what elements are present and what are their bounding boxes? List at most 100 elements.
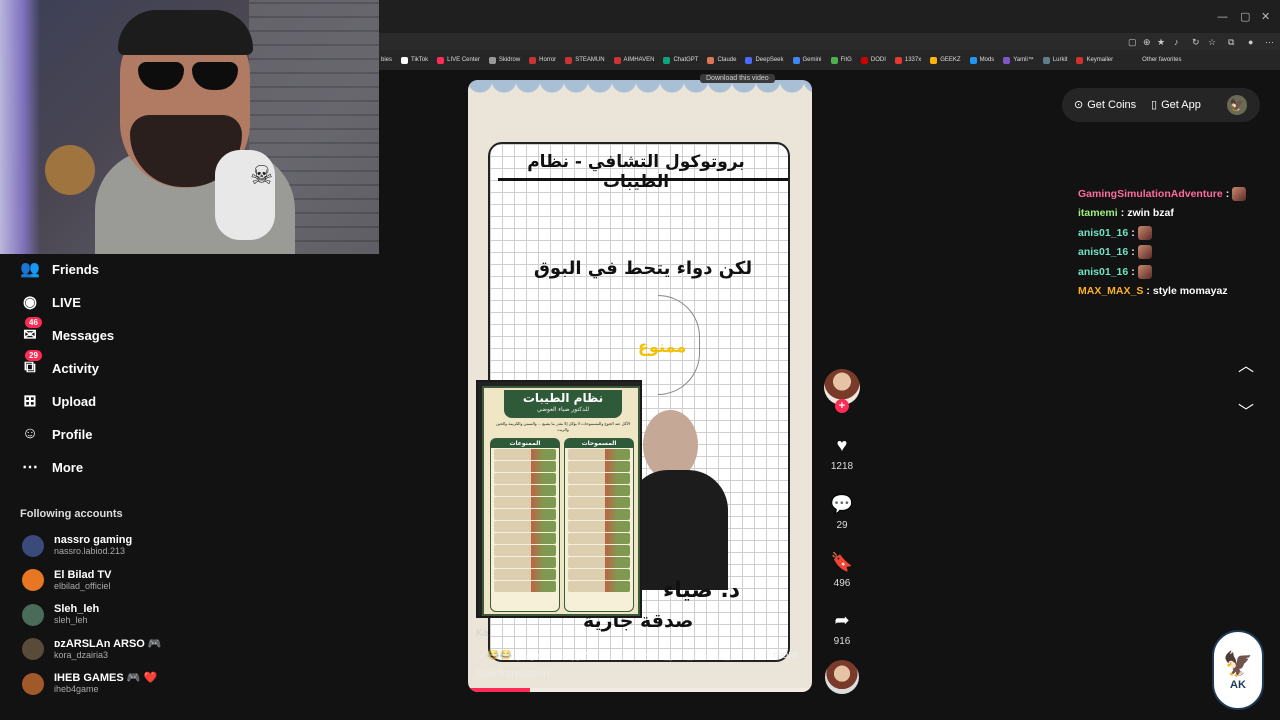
forbidden-column: الممنوعات <box>490 438 560 612</box>
menu-icon[interactable]: ⋯ <box>1265 37 1274 48</box>
heart-icon: ♥ <box>836 435 848 455</box>
bookmark-item[interactable]: Horror <box>529 56 556 64</box>
bookmark-favicon-icon <box>860 56 868 64</box>
bookmark-label: AIMHAVEN <box>623 57 655 63</box>
avatar <box>22 638 44 660</box>
messages-icon: ✉ 46 <box>20 317 42 345</box>
following-account[interactable]: Sleh_leh sleh_leh <box>22 603 99 626</box>
bookmark-item[interactable]: GEEKZ <box>930 56 961 64</box>
chat-emote-icon <box>1137 245 1152 260</box>
bookmark-label: DeepSeek <box>755 57 784 63</box>
share-count: 916 <box>833 636 851 647</box>
doctor-name-text: د. ضياء <box>663 578 741 603</box>
music-disc[interactable] <box>825 660 859 694</box>
like-button[interactable]: ♥ 1218 <box>820 434 864 472</box>
following-account[interactable]: El Bilad TV elbilad_officiel <box>22 569 111 592</box>
logo-text: AK <box>1230 678 1246 691</box>
bookmark-item[interactable]: Skidrow <box>488 56 520 64</box>
close-window-button[interactable]: ✕ <box>1261 10 1270 23</box>
maximize-button[interactable]: ▢ <box>1240 10 1250 23</box>
follow-plus-button[interactable]: + <box>835 399 849 413</box>
see-translation-button[interactable]: See translation <box>476 668 549 680</box>
bookmark-item[interactable]: FitG <box>830 56 852 64</box>
favorites-icon[interactable]: ☆ <box>1208 37 1216 48</box>
bookmark-favicon-icon <box>401 56 409 64</box>
bookmark-label: 1337x <box>904 57 922 63</box>
chat-separator: : <box>1131 226 1135 239</box>
refresh-icon[interactable]: ↻ <box>1192 37 1200 48</box>
following-account[interactable]: IHEB GAMES 🎮 ❤️ iheb4game <box>22 672 157 695</box>
avatar <box>22 569 44 591</box>
bookmark-item[interactable]: Lurkit <box>1042 56 1068 64</box>
sidebar-item-live[interactable]: ◉ LIVE <box>20 292 81 312</box>
notification-badge: 29 <box>25 350 42 361</box>
chat-text: zwin bzaf <box>1127 207 1174 220</box>
get-coins-button[interactable]: ⊙ Get Coins <box>1074 98 1136 112</box>
bookmark-item[interactable]: TikTok <box>401 56 428 64</box>
bookmark-favicon-icon <box>707 56 715 64</box>
download-tooltip[interactable]: Download this video <box>700 74 775 83</box>
comment-button[interactable]: 💬 29 <box>820 493 864 531</box>
minimize-button[interactable]: — <box>1217 10 1228 23</box>
bookmark-item[interactable]: DeepSeek <box>745 56 784 64</box>
allowed-column: المسموحات <box>564 438 634 612</box>
sidebar-item-profile[interactable]: ☺ Profile <box>20 424 93 444</box>
caption-more-button[interactable]: more <box>773 649 798 661</box>
chat-message: anis01_16: <box>1078 223 1246 243</box>
bookmark-label: STEAMUN <box>575 57 605 63</box>
share-button[interactable]: ➦ 916 <box>820 609 864 647</box>
bookmark-item[interactable]: DODI <box>860 56 886 64</box>
chat-emote-icon <box>1137 264 1152 279</box>
chat-username: anis01_16 <box>1078 265 1129 278</box>
read-aloud-icon[interactable]: ♪ <box>1174 37 1179 47</box>
other-favorites[interactable]: Other favorites <box>1142 57 1181 63</box>
sidebar-item-activity[interactable]: ⧉ 29 Activity <box>20 350 99 378</box>
sidebar-item-upload[interactable]: ⊞ Upload <box>20 391 96 411</box>
get-app-button[interactable]: ▯ Get App <box>1151 98 1201 112</box>
chat-emote-icon <box>1232 186 1247 201</box>
bookmark-item[interactable]: bies <box>381 57 392 63</box>
sidebar-item-friends[interactable]: 👥 Friends <box>20 259 99 279</box>
bookmark-item[interactable]: LIVE Center <box>437 56 480 64</box>
video-caption: ... 😂😂 شعب_الطيبات_مالو_حل / #الطيبات لل… <box>476 650 736 661</box>
app-icon[interactable]: ▢ <box>1128 37 1137 48</box>
sidebar-item-more[interactable]: ⋯ More <box>20 457 83 477</box>
following-account[interactable]: nassro gaming nassro.labiod.213 <box>22 534 132 557</box>
bookmark-favicon-icon <box>1076 56 1084 64</box>
sidebar-item-label: Upload <box>52 393 97 409</box>
profile-icon[interactable]: ● <box>1248 37 1253 47</box>
video-progress-bar[interactable] <box>468 688 812 692</box>
chat-separator: : <box>1131 265 1135 278</box>
bookmark-label: Lurkit <box>1052 57 1068 63</box>
bookmarks-bar: bies TikTok LIVE Center Skidrow Horror STEAMU… <box>379 50 1280 70</box>
bookmark-item[interactable]: ChatGPT <box>663 56 698 64</box>
save-button[interactable]: 🔖 496 <box>820 551 864 589</box>
webcam-overlay: ☠ <box>0 0 379 254</box>
user-avatar[interactable]: 🦅 <box>1227 95 1247 115</box>
avatar <box>22 603 44 626</box>
star-icon[interactable]: ★ <box>1157 37 1165 48</box>
next-video-chevron-down-icon[interactable]: ﹀ <box>1238 398 1254 422</box>
bookmark-item[interactable]: Yamli™ <box>1003 56 1034 64</box>
bookmark-item[interactable]: Keymailer <box>1076 56 1113 64</box>
avatar <box>22 534 44 557</box>
diet-poster: نظام الطيبات للدكتور ضياء العوضي الأكل ع… <box>476 380 642 618</box>
bookmark-item[interactable]: Gemini <box>792 56 822 64</box>
video-player[interactable]: بروتوكول التشافي - نظام الطيبات لكن دواء… <box>468 80 812 692</box>
bookmark-item[interactable]: 1337x <box>894 56 922 64</box>
collections-icon[interactable]: ⧉ <box>1228 37 1234 48</box>
sidebar-item-messages[interactable]: ✉ 46 Messages <box>20 317 114 345</box>
zoom-icon[interactable]: ⊕ <box>1143 37 1151 48</box>
previous-video-chevron-up-icon[interactable]: ︿ <box>1238 352 1254 376</box>
following-account[interactable]: ᴅᴢARSLAn ARSO 🎮 kora_dzairia3 <box>22 638 162 661</box>
forbidden-header: الممنوعات <box>491 439 559 448</box>
bookmark-label: GEEKZ <box>940 57 961 63</box>
bookmark-favicon-icon <box>745 56 753 64</box>
bookmark-item[interactable]: Mods <box>969 56 994 64</box>
bookmark-item[interactable]: AIMHAVEN <box>613 56 655 64</box>
bookmark-item[interactable]: Claude <box>707 56 736 64</box>
video-author[interactable]: Ka <box>476 628 488 639</box>
bookmark-item[interactable]: STEAMUN <box>565 56 605 64</box>
sidebar-item-label: Friends <box>52 261 99 277</box>
forbidden-label: ممنوع <box>638 337 687 356</box>
